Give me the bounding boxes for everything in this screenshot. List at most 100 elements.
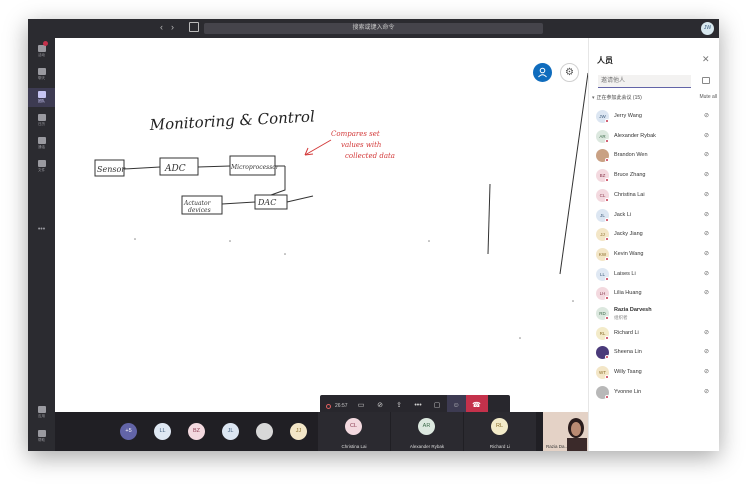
participants-button[interactable]: ☺ xyxy=(446,395,466,412)
rail-calendar[interactable]: 日历 xyxy=(28,111,55,130)
rail-chat[interactable]: 聊天 xyxy=(28,65,55,84)
rail-file[interactable]: 文件 xyxy=(28,157,55,176)
presence-status-icon xyxy=(605,256,609,261)
mic-off-icon[interactable]: ⊘ xyxy=(704,211,709,218)
participant-row[interactable]: JJ Jacky Jiang ⊘ xyxy=(594,225,718,245)
gear-icon: ⚙ xyxy=(565,67,574,78)
rail-help[interactable]: 帮助 xyxy=(28,430,55,443)
rail-apps[interactable]: 应用 xyxy=(28,406,55,419)
participant-name: Lilia Huang xyxy=(614,290,642,297)
stray-line xyxy=(487,183,491,255)
participant-row[interactable]: JL Jack Li ⊘ xyxy=(594,206,718,226)
participant-name: Jerry Wang xyxy=(614,113,642,119)
call-controls: 26:57 ▭ ⊘ ⇪ ••• ▢ ☺ ☎ xyxy=(320,395,510,412)
participant-tile[interactable]: RL Richard Li xyxy=(464,412,536,451)
mic-off-icon[interactable]: ⊘ xyxy=(704,289,709,296)
mic-off-icon[interactable]: ⊘ xyxy=(704,368,709,375)
mic-off-icon[interactable]: ⊘ xyxy=(704,132,709,139)
participant-row[interactable]: CL Christina Lai ⊘ xyxy=(594,186,718,206)
participant-row[interactable]: AR Alexander Rybak ⊘ xyxy=(594,127,718,147)
share-link-icon[interactable] xyxy=(702,77,710,84)
rail-label: 文件 xyxy=(38,168,45,172)
mic-off-icon[interactable]: ⊘ xyxy=(704,388,709,395)
share-screen-button[interactable]: ⇪ xyxy=(390,395,409,412)
ink-user-button[interactable] xyxy=(533,63,552,82)
mute-all-button[interactable]: Mute all xyxy=(699,94,717,100)
participant-chip[interactable]: LL xyxy=(154,423,171,440)
participant-row[interactable]: Brandon Wen ⊘ xyxy=(594,146,718,166)
participant-chip[interactable] xyxy=(256,423,273,440)
new-chat-icon[interactable] xyxy=(189,22,199,32)
avatar: CL xyxy=(345,418,362,435)
whiteboard-canvas[interactable]: Monitoring & Control Sensor ADC Micropro… xyxy=(55,38,588,412)
participant-row[interactable]: RL Richard Li ⊘ xyxy=(594,324,718,344)
ink-speck xyxy=(519,337,521,339)
participant-chip[interactable]: JL xyxy=(222,423,239,440)
participant-tile[interactable]: AR Alexander Rybak xyxy=(391,412,463,451)
participant-row[interactable]: LL Laises Li ⊘ xyxy=(594,265,718,285)
more-apps-icon[interactable]: ••• xyxy=(28,226,55,233)
participant-row[interactable]: LH Lilia Huang ⊘ xyxy=(594,284,718,304)
profile-avatar[interactable]: JW xyxy=(701,22,714,35)
participant-row[interactable]: JW Jerry Wang ⊘ xyxy=(594,107,718,127)
chat-button[interactable]: ▢ xyxy=(428,395,447,412)
participant-row[interactable]: KW Kevin Wang ⊘ xyxy=(594,245,718,265)
sensor-adc-link xyxy=(123,166,161,170)
video-tile-organizer[interactable]: Razia Da... xyxy=(543,412,588,451)
ink-speck xyxy=(428,240,430,242)
participant-name: Jack Li xyxy=(614,211,632,218)
participant-row[interactable]: RD Razia Darvesh 组织者 xyxy=(594,304,718,324)
rail-phone[interactable]: 通话 xyxy=(28,134,55,153)
participant-tile[interactable]: CL Christina Lai xyxy=(318,412,390,451)
rail-bell[interactable]: 活动 xyxy=(28,41,55,61)
mic-off-icon[interactable]: ⊘ xyxy=(704,151,709,158)
mic-off-icon[interactable]: ⊘ xyxy=(704,348,709,355)
mic-off-icon[interactable]: ⊘ xyxy=(704,191,709,198)
mic-off-icon[interactable]: ⊘ xyxy=(704,250,709,257)
search-bar[interactable]: 搜索或键入命令 xyxy=(204,23,543,34)
annotation-line-2: values with xyxy=(341,141,381,149)
person-icon xyxy=(538,67,547,78)
annotation-line-3: collected data xyxy=(345,152,395,160)
participant-chip[interactable]: JJ xyxy=(290,423,307,440)
participant-name: Richard Li xyxy=(614,329,639,336)
notification-badge xyxy=(43,41,48,46)
teams-icon xyxy=(37,91,46,98)
mic-off-icon[interactable]: ⊘ xyxy=(704,329,709,336)
hang-up-button[interactable]: ☎ xyxy=(465,395,488,412)
mic-off-icon[interactable]: ⊘ xyxy=(704,171,709,178)
participant-chip[interactable]: BZ xyxy=(188,423,205,440)
in-meeting-section[interactable]: ▾ 正在参加此会议 (15) Mute all xyxy=(592,94,717,101)
forward-arrow-icon[interactable]: › xyxy=(171,22,174,32)
rail-teams[interactable]: 团队 xyxy=(28,88,55,107)
section-label: 正在参加此会议 (15) xyxy=(596,95,642,101)
participant-row[interactable]: Yvonne Lin ⊘ xyxy=(594,383,718,403)
participant-row[interactable]: BZ Bruce Zhang ⊘ xyxy=(594,166,718,186)
mic-button[interactable]: ⊘ xyxy=(371,395,390,412)
presence-status-icon xyxy=(605,335,609,340)
ink-speck xyxy=(284,253,286,255)
hang-up-icon: ☎ xyxy=(472,402,481,409)
presence-status-icon xyxy=(605,119,609,123)
participant-row[interactable]: WT Willy Tsang ⊘ xyxy=(594,363,718,383)
adc-mp-link xyxy=(197,165,231,168)
participant-name: Jacky Jiang xyxy=(614,231,643,238)
title-bar: ‹ › 搜索或键入命令 JW xyxy=(28,19,719,38)
more-actions-button[interactable]: ••• xyxy=(409,395,428,412)
invite-input[interactable] xyxy=(598,75,691,88)
close-icon[interactable]: ✕ xyxy=(702,54,710,65)
overflow-count[interactable]: +5 xyxy=(120,423,137,440)
presence-status-icon xyxy=(605,394,609,399)
mic-off-icon[interactable]: ⊘ xyxy=(704,230,709,237)
people-panel: 人员 ✕ ▾正在参加此会议 (15) Mute all JWJerry Wang… xyxy=(588,38,719,451)
participant-strip: Razia Da... +5 LL BZ JL JJ CL Christina Lai AR A… xyxy=(55,412,588,451)
participant-row[interactable]: Sheena Lin ⊘ xyxy=(594,343,718,363)
mic-off-icon[interactable]: ⊘ xyxy=(704,270,709,277)
mic-off-icon[interactable]: ⊘ xyxy=(704,112,709,119)
presence-status-icon xyxy=(605,158,609,163)
camera-button[interactable]: ▭ xyxy=(352,395,371,412)
video-tile-name: Razia Da... xyxy=(546,444,569,449)
chat-icon: ▢ xyxy=(433,402,441,409)
settings-button[interactable]: ⚙ xyxy=(560,63,579,82)
back-arrow-icon[interactable]: ‹ xyxy=(160,22,163,32)
